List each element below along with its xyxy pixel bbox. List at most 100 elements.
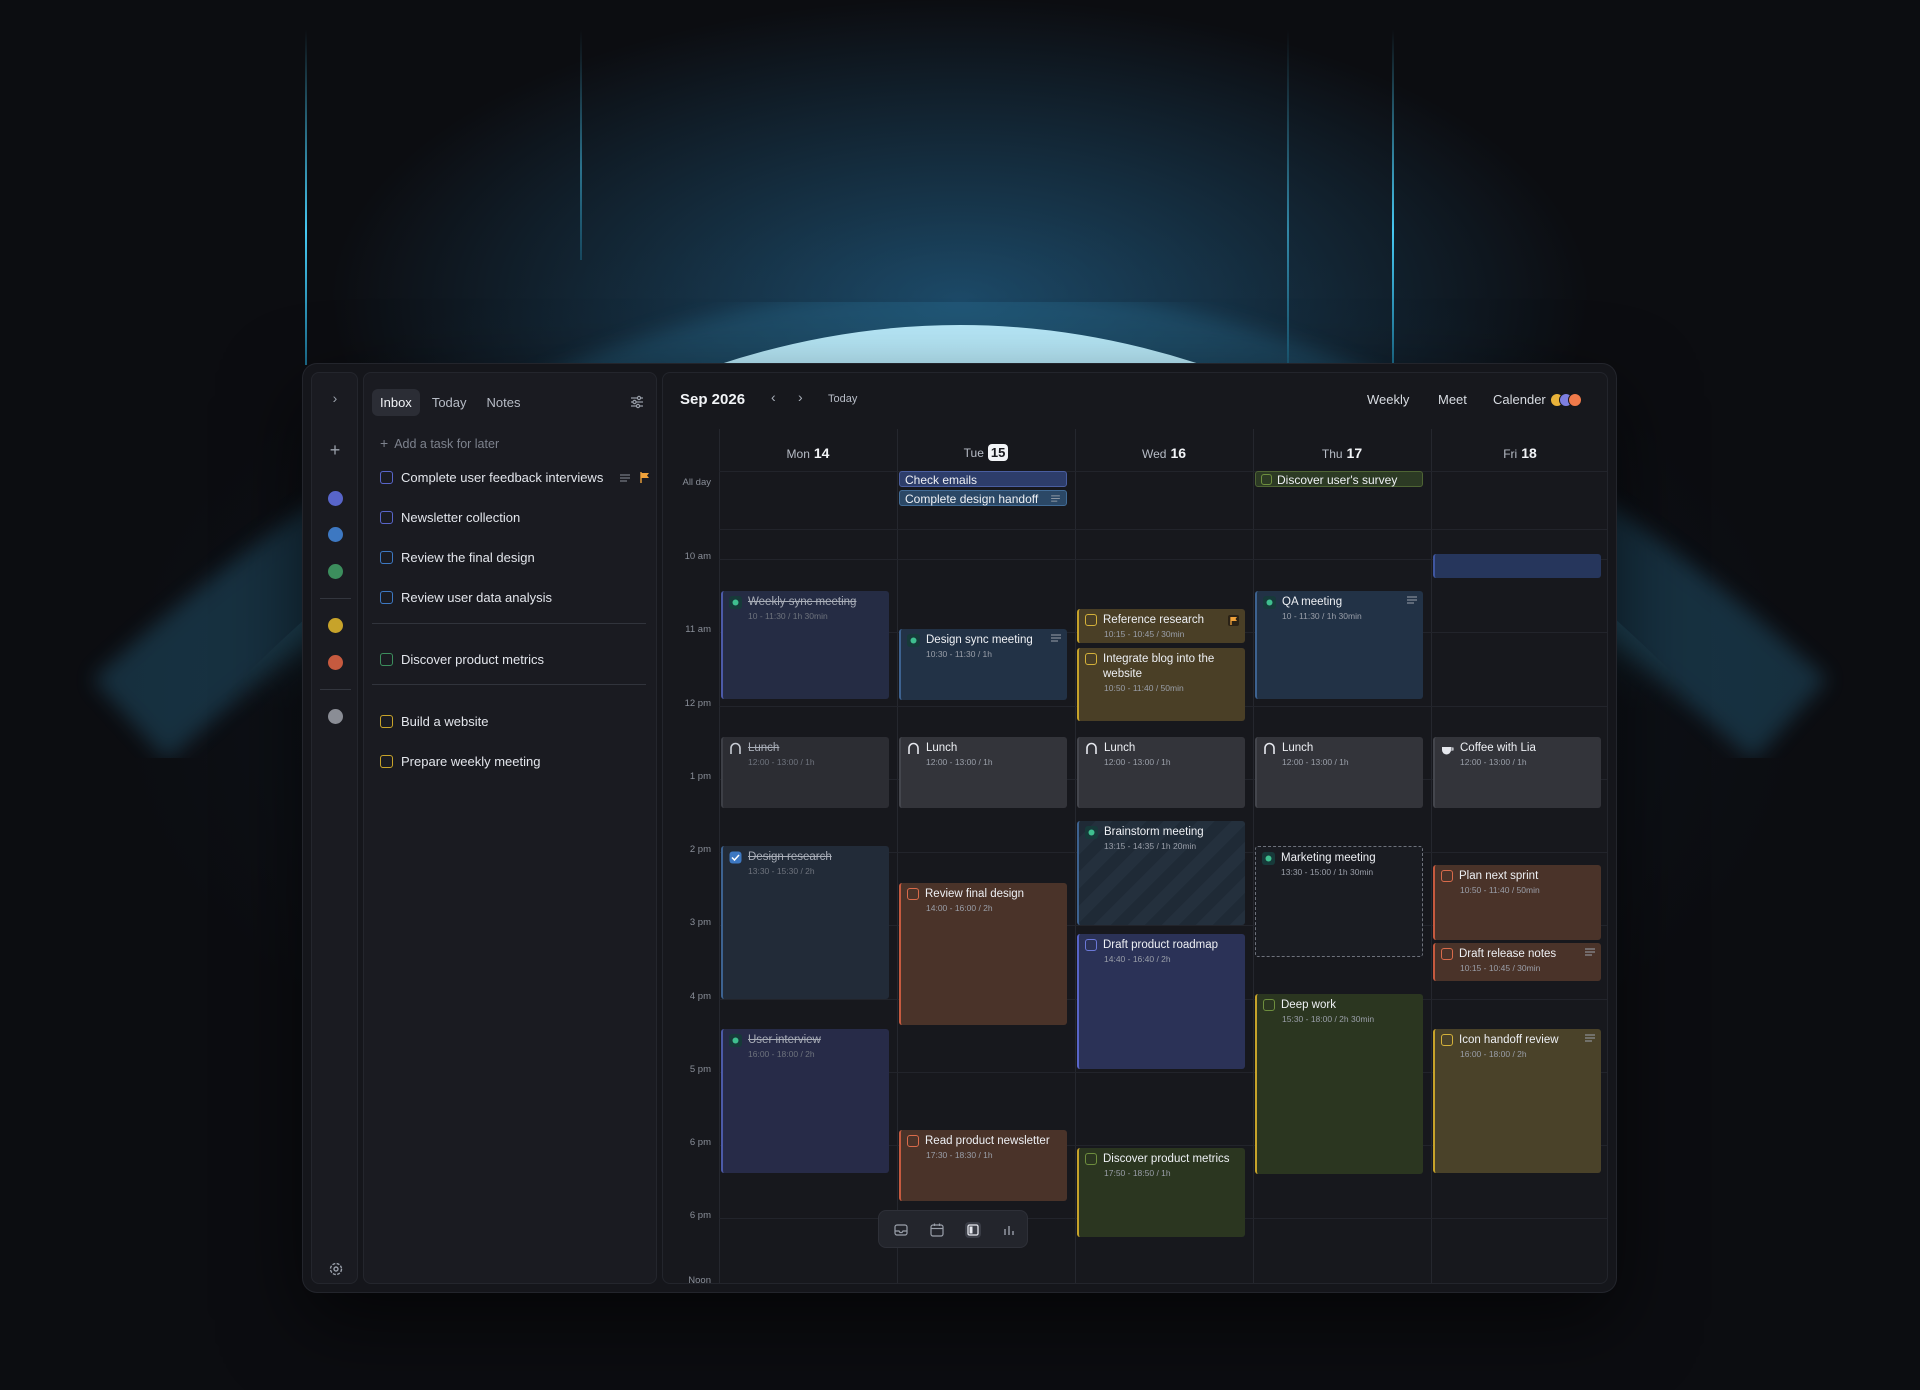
plus-icon[interactable]: +: [327, 441, 343, 459]
event-lunch[interactable]: Lunch 12:00 - 13:00 / 1h: [721, 737, 889, 808]
event-design-research[interactable]: Design research 13:30 - 15:30 / 2h: [721, 846, 889, 999]
event-title: Coffee with Lia: [1460, 742, 1536, 754]
event-time: 12:00 - 13:00 / 1h: [926, 757, 993, 767]
event-checkbox[interactable]: [1441, 1034, 1453, 1046]
event-design-sync[interactable]: Design sync meeting 10:30 - 11:30 / 1h: [899, 629, 1067, 700]
project-dot-yellow[interactable]: [328, 618, 343, 633]
today-button[interactable]: Today: [828, 393, 857, 405]
project-dot-indigo[interactable]: [328, 491, 343, 506]
notes-icon: [1051, 634, 1061, 642]
inbox-icon[interactable]: [893, 1222, 909, 1238]
event-checkbox[interactable]: [1085, 614, 1097, 626]
project-dot-blue[interactable]: [328, 527, 343, 542]
event-lunch[interactable]: Lunch 12:00 - 13:00 / 1h: [899, 737, 1067, 808]
weekly-view-button[interactable]: Weekly: [1367, 392, 1409, 407]
event-lunch[interactable]: Lunch 12:00 - 13:00 / 1h: [1077, 737, 1245, 808]
calendar-button[interactable]: Calender: [1493, 392, 1546, 407]
all-day-event[interactable]: Check emails: [899, 471, 1067, 487]
add-task-input[interactable]: + Add a task for later: [380, 435, 499, 451]
event-brainstorm-meeting[interactable]: Brainstorm meeting 13:15 - 14:35 / 1h 20…: [1077, 821, 1245, 925]
event-draft-release-notes[interactable]: Draft release notes 10:15 - 10:45 / 30mi…: [1433, 943, 1601, 981]
event-checkbox[interactable]: [1441, 948, 1453, 960]
event-integrate-blog[interactable]: Integrate blog into the website 10:50 - …: [1077, 648, 1245, 721]
event-title: Lunch: [1104, 742, 1136, 754]
event-coffee-with-lia[interactable]: Coffee with Lia 12:00 - 13:00 / 1h: [1433, 737, 1601, 808]
event-marketing-meeting[interactable]: Marketing meeting 13:30 - 15:00 / 1h 30m…: [1255, 846, 1423, 957]
project-dot-red[interactable]: [328, 655, 343, 670]
event-title: Design sync meeting: [926, 634, 1033, 646]
day-header-wed[interactable]: Wed 16: [1075, 445, 1253, 461]
event-checkbox[interactable]: [1085, 1153, 1097, 1165]
task-checkbox[interactable]: [380, 755, 393, 768]
task-item[interactable]: Complete user feedback interviews: [380, 470, 650, 485]
event-draft-product-roadmap[interactable]: Draft product roadmap 14:40 - 16:40 / 2h: [1077, 934, 1245, 1069]
rail-divider: [320, 689, 351, 690]
avatar-group[interactable]: [1550, 393, 1586, 407]
calendar-icon[interactable]: [929, 1222, 945, 1238]
task-item[interactable]: Discover product metrics: [380, 652, 650, 667]
event-checkbox[interactable]: [1263, 999, 1275, 1011]
event-deep-work[interactable]: Deep work 15:30 - 18:00 / 2h 30min: [1255, 994, 1423, 1174]
task-checkbox[interactable]: [380, 471, 393, 484]
task-checkbox[interactable]: [380, 653, 393, 666]
project-dot-green[interactable]: [328, 564, 343, 579]
task-checkbox[interactable]: [380, 591, 393, 604]
event-checkbox[interactable]: [1261, 474, 1272, 485]
tab-today[interactable]: Today: [424, 389, 475, 416]
meet-button[interactable]: Meet: [1438, 392, 1467, 407]
event-icon-handoff-review[interactable]: Icon handoff review 16:00 - 18:00 / 2h: [1433, 1029, 1601, 1173]
event-checkbox[interactable]: [1085, 653, 1097, 665]
event-block[interactable]: [1433, 554, 1601, 578]
time-label: 6 pm: [689, 1210, 711, 1221]
lunch-icon: [908, 742, 919, 754]
all-day-event[interactable]: Discover user's survey: [1255, 471, 1423, 487]
chart-icon[interactable]: [1001, 1222, 1017, 1238]
task-item[interactable]: Build a website: [380, 714, 650, 729]
time-label: 6 pm: [689, 1137, 711, 1148]
view-dock: [878, 1210, 1028, 1248]
day-name: Mon: [786, 447, 810, 461]
event-read-product-newsletter[interactable]: Read product newsletter 17:30 - 18:30 / …: [899, 1130, 1067, 1201]
event-qa-meeting[interactable]: QA meeting 10 - 11:30 / 1h 30min: [1255, 591, 1423, 699]
meet-icon: [907, 634, 920, 647]
layout-icon[interactable]: [965, 1222, 981, 1238]
task-item[interactable]: Review user data analysis: [380, 590, 650, 605]
event-checkbox[interactable]: [907, 888, 919, 900]
task-checkbox[interactable]: [380, 551, 393, 564]
filter-icon[interactable]: [630, 395, 644, 409]
event-plan-next-sprint[interactable]: Plan next sprint 10:50 - 11:40 / 50min: [1433, 865, 1601, 940]
app-window: › + Inbox Today Notes + Add a task for l…: [303, 364, 1616, 1292]
event-review-final-design[interactable]: Review final design 14:00 - 16:00 / 2h: [899, 883, 1067, 1025]
chevron-right-icon[interactable]: ›: [798, 389, 803, 405]
event-lunch[interactable]: Lunch 12:00 - 13:00 / 1h: [1255, 737, 1423, 808]
task-checkbox[interactable]: [380, 715, 393, 728]
task-label: Prepare weekly meeting: [401, 754, 541, 769]
time-label: 10 am: [684, 551, 711, 562]
tab-inbox[interactable]: Inbox: [372, 389, 420, 416]
glow-line: [1287, 30, 1289, 365]
day-header-tue[interactable]: Tue 15: [897, 444, 1075, 461]
event-discover-product-metrics[interactable]: Discover product metrics 17:50 - 18:50 /…: [1077, 1148, 1245, 1237]
grid-line: [897, 429, 898, 1283]
day-header-fri[interactable]: Fri 18: [1431, 445, 1607, 461]
event-weekly-sync[interactable]: Weekly sync meeting 10 - 11:30 / 1h 30mi…: [721, 591, 889, 699]
chevron-left-icon[interactable]: ‹: [771, 389, 776, 405]
chevron-right-icon[interactable]: ›: [327, 390, 343, 406]
gear-icon[interactable]: [327, 1260, 345, 1278]
day-name: Fri: [1503, 447, 1518, 461]
task-item[interactable]: Newsletter collection: [380, 510, 650, 525]
day-header-mon[interactable]: Mon 14: [719, 445, 897, 461]
project-dot-gray[interactable]: [328, 709, 343, 724]
tab-notes[interactable]: Notes: [479, 389, 529, 416]
task-checkbox[interactable]: [380, 511, 393, 524]
event-reference-research[interactable]: Reference research 10:15 - 10:45 / 30min: [1077, 609, 1245, 643]
all-day-event[interactable]: Complete design handoff: [899, 490, 1067, 506]
month-title: Sep 2026: [680, 391, 746, 408]
event-checkbox[interactable]: [1441, 870, 1453, 882]
event-user-interview[interactable]: User interview 16:00 - 18:00 / 2h: [721, 1029, 889, 1173]
task-item[interactable]: Review the final design: [380, 550, 650, 565]
day-header-thu[interactable]: Thu 17: [1253, 445, 1431, 461]
task-item[interactable]: Prepare weekly meeting: [380, 754, 650, 769]
event-checkbox[interactable]: [1085, 939, 1097, 951]
event-checkbox[interactable]: [907, 1135, 919, 1147]
